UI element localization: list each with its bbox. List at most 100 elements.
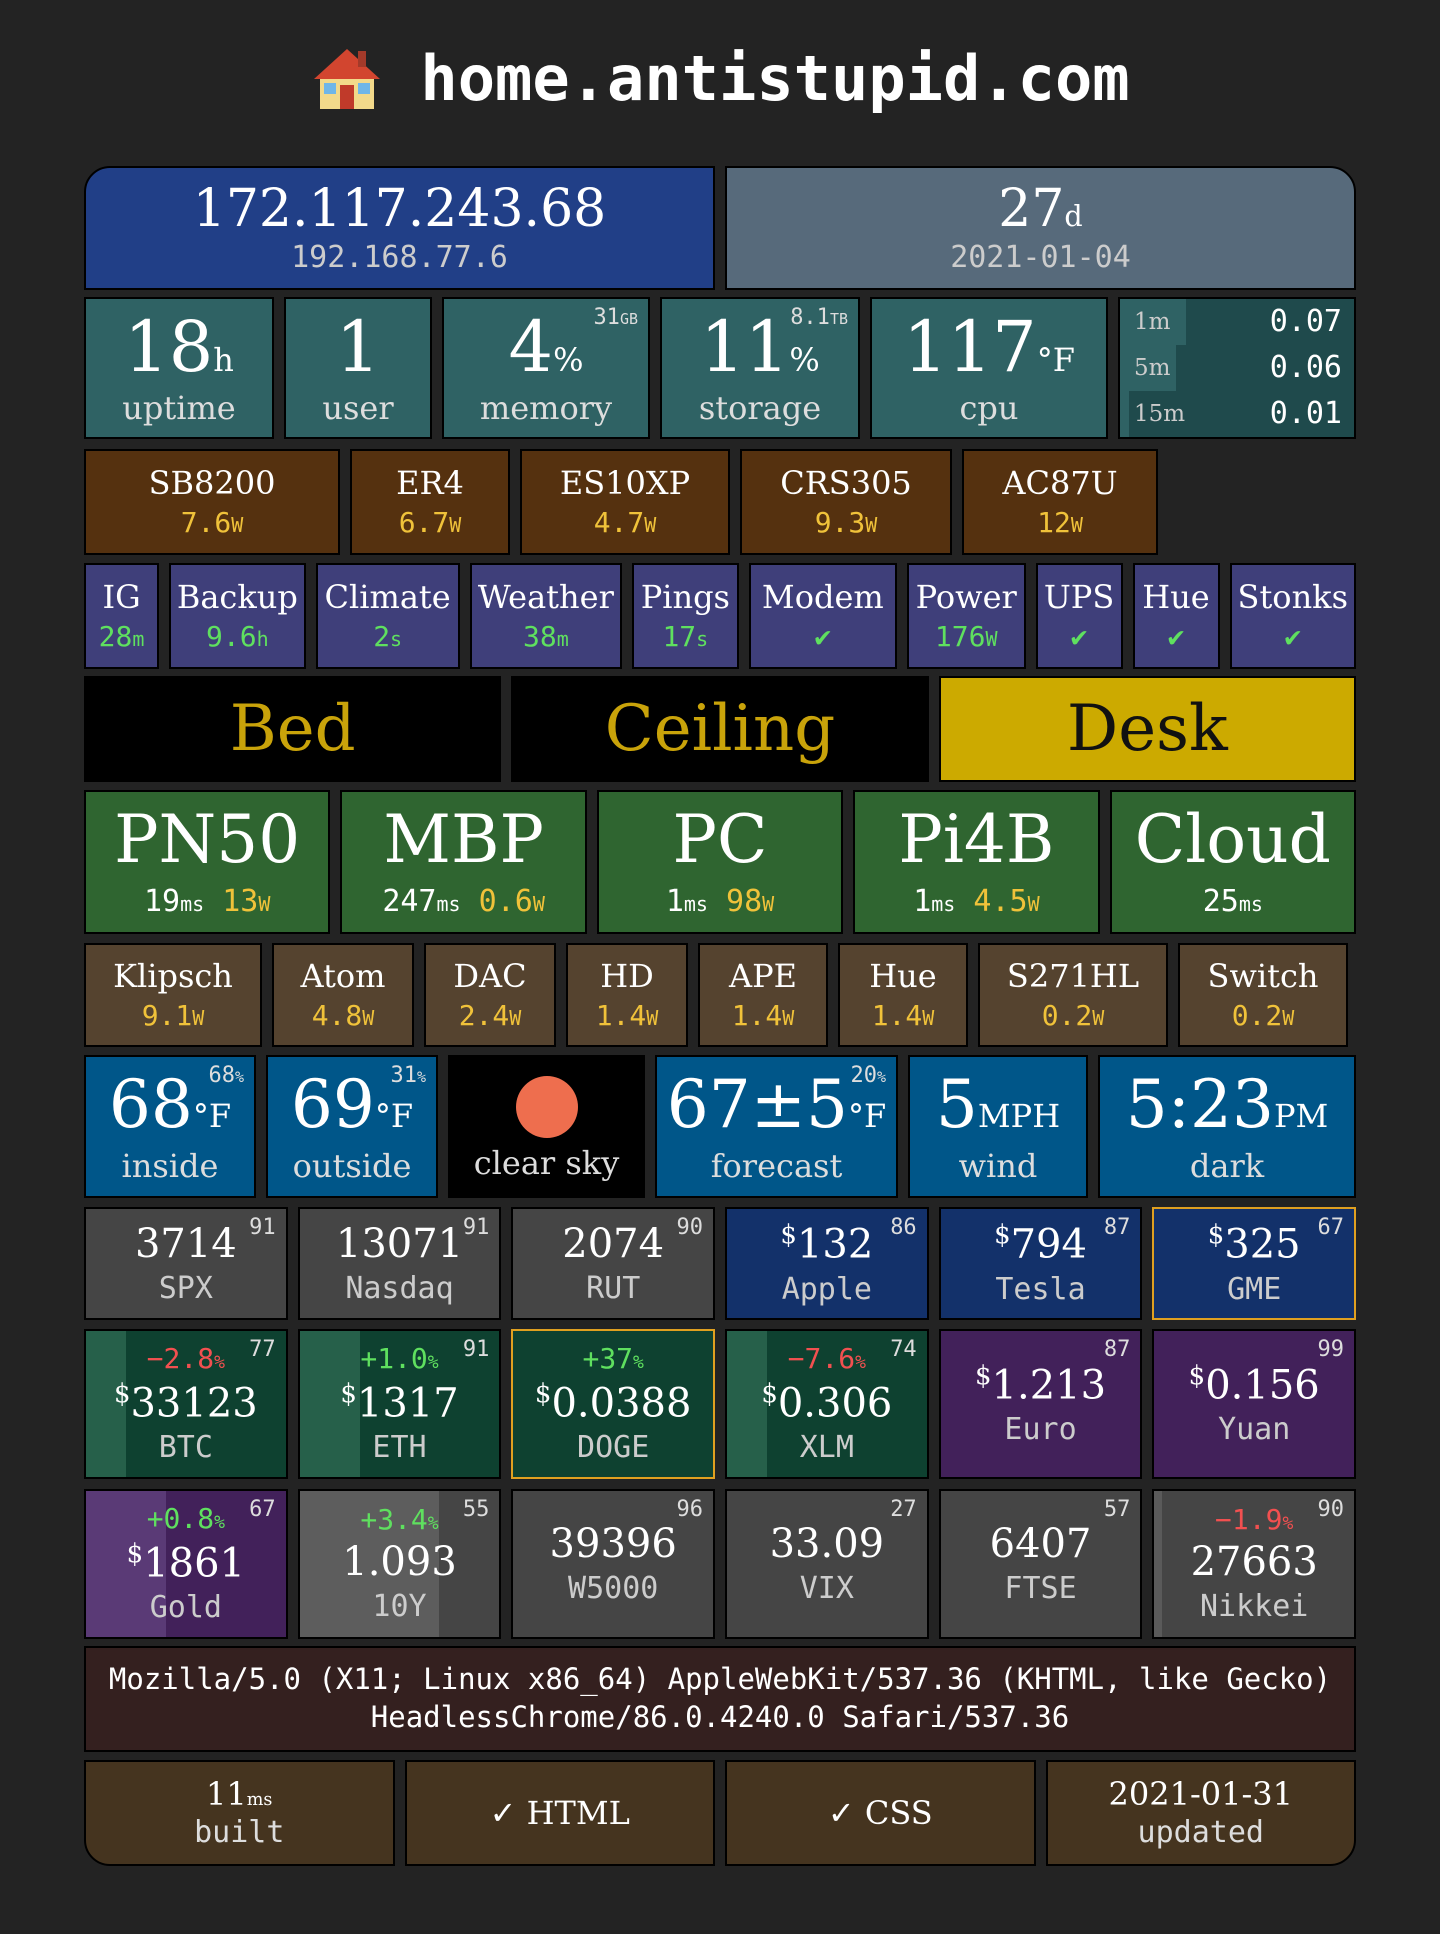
- market-tile-xlm[interactable]: 74 −7.6% $0.306 XLM: [725, 1329, 929, 1479]
- service-tile-power[interactable]: Power 176W: [906, 563, 1026, 669]
- light-toggle-desk[interactable]: Desk: [938, 676, 1356, 782]
- host-tile-pn50[interactable]: PN50 19ms 13W: [84, 790, 331, 934]
- market-label: Euro: [1004, 1412, 1077, 1448]
- market-tile-apple[interactable]: 86 $132 Apple: [725, 1207, 929, 1320]
- market-value: 6407: [990, 1524, 1092, 1564]
- service-status: 2s: [373, 623, 402, 651]
- service-status-unit: s: [696, 627, 709, 651]
- market-tile-vix[interactable]: 27 33.09 VIX: [725, 1489, 929, 1639]
- device-tile-er4: ER4 6.7W: [350, 449, 510, 555]
- market-tile-gme[interactable]: 67 $325 GME: [1152, 1207, 1357, 1320]
- market-tile-ftse[interactable]: 57 6407 FTSE: [938, 1489, 1143, 1639]
- market-tile-doge[interactable]: +37% $0.0388 DOGE: [511, 1329, 716, 1479]
- service-tile-pings[interactable]: Pings 17s: [631, 563, 739, 669]
- market-tile-yuan[interactable]: 99 $0.156 Yuan: [1152, 1329, 1357, 1479]
- market-score: 90: [676, 1215, 704, 1240]
- html-valid-tile[interactable]: ✓ HTML: [404, 1760, 715, 1866]
- outlet-tile-ape[interactable]: APE 1.4W: [698, 943, 828, 1047]
- service-tile-ig[interactable]: IG 28m: [84, 563, 160, 669]
- device-name: SB8200: [148, 464, 276, 502]
- service-status: ✔: [814, 623, 831, 651]
- market-tile-tesla[interactable]: 87 $794 Tesla: [938, 1207, 1143, 1320]
- ip-panel: 172.117.243.68 192.168.77.6: [84, 166, 715, 290]
- outlet-tile-klipsch[interactable]: Klipsch 9.1W: [84, 943, 262, 1047]
- outlet-name: APE: [729, 957, 797, 995]
- service-tile-climate[interactable]: Climate 2s: [315, 563, 460, 669]
- uptime-tile: 18h uptime: [84, 297, 274, 439]
- market-content: −2.8% $33123 BTC: [114, 1341, 258, 1463]
- outlet-tile-hd[interactable]: HD 1.4W: [566, 943, 688, 1047]
- market-label: GME: [1227, 1271, 1282, 1307]
- load-label: 5m: [1134, 354, 1171, 381]
- outside-humidity-unit: %: [416, 1068, 426, 1086]
- load-row-15m: 15m 0.01: [1120, 391, 1354, 437]
- outlet-tile-s271hl[interactable]: S271HL 0.2W: [978, 943, 1168, 1047]
- memory-value: 4: [508, 306, 554, 388]
- market-tile-euro[interactable]: 87 $1.213 Euro: [938, 1329, 1143, 1479]
- local-ip: 192.168.77.6: [291, 240, 508, 275]
- host-tile-mbp[interactable]: MBP 247ms 0.6W: [340, 790, 587, 934]
- css-valid-tile[interactable]: ✓ CSS: [725, 1760, 1036, 1866]
- outlet-power-unit: W: [782, 1006, 795, 1030]
- service-tile-backup[interactable]: Backup 9.6h: [169, 563, 306, 669]
- device-tile-crs305: CRS305 9.3W: [740, 449, 952, 555]
- storage-label: storage: [698, 389, 822, 427]
- market-label: XLM: [799, 1430, 854, 1466]
- market-value: $0.156: [1189, 1363, 1320, 1405]
- market-content: $794 Tesla: [994, 1222, 1087, 1304]
- market-tile-nasdaq[interactable]: 91 13071 Nasdaq: [297, 1207, 502, 1320]
- outlet-tile-switch[interactable]: Switch 0.2W: [1178, 943, 1348, 1047]
- market-value-number: 1861: [143, 1540, 245, 1587]
- market-content: −1.9% 27663 Nikkei: [1191, 1506, 1318, 1622]
- service-status-value: 38: [522, 620, 557, 653]
- outlet-tile-atom[interactable]: Atom 4.8W: [272, 943, 414, 1047]
- device-name: AC87U: [1002, 464, 1118, 502]
- market-tile-btc[interactable]: 77 −2.8% $33123 BTC: [84, 1329, 288, 1479]
- service-tile-hue[interactable]: Hue ✔: [1132, 563, 1220, 669]
- memory-tile: 31GB 4% memory: [442, 297, 650, 439]
- outlet-power-unit: W: [509, 1006, 522, 1030]
- service-tile-stonks[interactable]: Stonks ✔: [1229, 563, 1356, 669]
- host-tile-cloud[interactable]: Cloud 25ms: [1109, 790, 1357, 934]
- market-tile-rut[interactable]: 90 2074 RUT: [511, 1207, 716, 1320]
- market-tile-gold[interactable]: 67 +0.8% $1861 Gold: [84, 1489, 288, 1639]
- market-value: 39396: [550, 1524, 677, 1564]
- outside-temp-unit: °F: [374, 1096, 414, 1135]
- outlet-power-value: 1.4: [871, 999, 923, 1032]
- market-content: 6407 FTSE: [990, 1524, 1092, 1604]
- device-name: ER4: [396, 464, 464, 502]
- storage-tile: 8.1TB 11% storage: [660, 297, 860, 439]
- market-change-value: −2.8: [146, 1341, 215, 1375]
- wind-value: 5: [935, 1065, 978, 1143]
- market-tile-10y[interactable]: 55 +3.4% 1.093 10Y: [297, 1489, 502, 1639]
- forecast-temp-unit: °F: [848, 1096, 887, 1135]
- market-tile-spx[interactable]: 91 3714 SPX: [84, 1207, 288, 1320]
- host-tile-pc[interactable]: PC 1ms 98W: [596, 790, 844, 934]
- service-tile-ups[interactable]: UPS ✔: [1035, 563, 1123, 669]
- market-change-unit: %: [633, 1351, 644, 1373]
- market-value: $1317: [340, 1381, 458, 1423]
- outlet-tile-hue[interactable]: Hue 1.4W: [838, 943, 968, 1047]
- host-tile-pi4b[interactable]: Pi4B 1ms 4.5W: [853, 790, 1100, 934]
- market-value-number: 27663: [1190, 1539, 1318, 1585]
- cpu-unit: °F: [1036, 341, 1075, 379]
- service-status: 28m: [99, 623, 145, 651]
- light-toggle-bed[interactable]: Bed: [84, 676, 502, 782]
- market-tile-w5000[interactable]: 96 39396 W5000: [511, 1489, 716, 1639]
- memory-unit: %: [553, 341, 584, 379]
- inside-humidity: 68: [208, 1063, 235, 1088]
- market-tile-eth[interactable]: 91 +1.0% $1317 ETH: [297, 1329, 502, 1479]
- outlet-power: 2.4W: [459, 1002, 522, 1030]
- market-tile-nikkei[interactable]: 90 −1.9% 27663 Nikkei: [1152, 1489, 1357, 1639]
- service-tile-weather[interactable]: Weather 38m: [469, 563, 622, 669]
- outlet-power: 0.2W: [1042, 1002, 1105, 1030]
- light-toggle-ceiling[interactable]: Ceiling: [511, 676, 929, 782]
- market-value-number: 1.213: [991, 1362, 1107, 1409]
- market-value-number: 0.156: [1205, 1362, 1320, 1409]
- outlet-tile-dac[interactable]: DAC 2.4W: [424, 943, 556, 1047]
- host-power: 4.5: [973, 884, 1028, 919]
- device-tile-sb8200: SB8200 7.6W: [84, 449, 340, 555]
- service-tile-modem[interactable]: Modem ✔: [748, 563, 897, 669]
- device-power-value: 9.3: [814, 506, 866, 539]
- forecast-precip-unit: %: [876, 1068, 886, 1086]
